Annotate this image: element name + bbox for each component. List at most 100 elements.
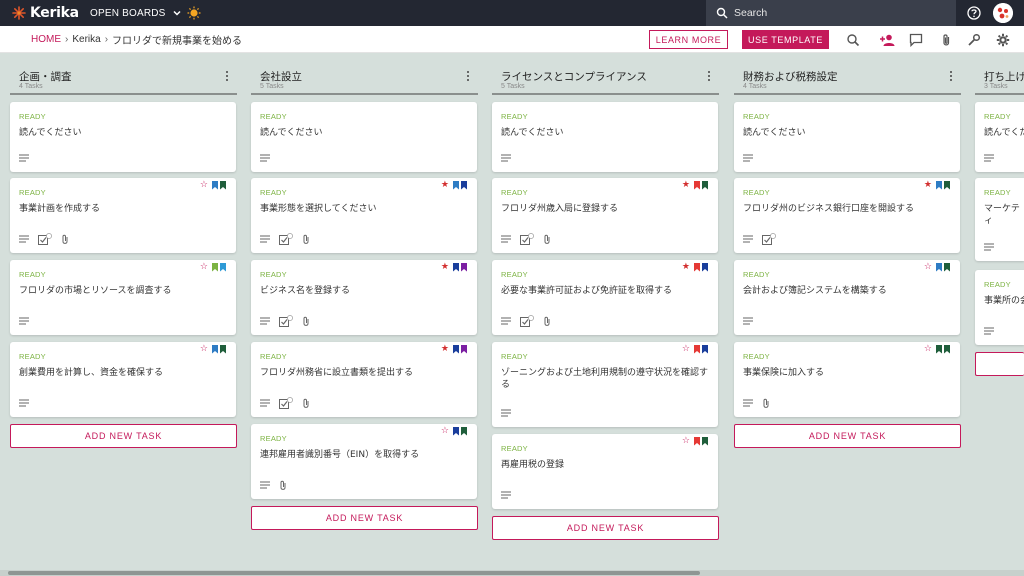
task-card[interactable]: READY 読んでください	[492, 102, 718, 172]
task-card[interactable]: ☆ READY フロリダの市場とリソースを調査する	[10, 260, 236, 335]
star-filled-icon[interactable]: ★	[682, 262, 690, 272]
gear-icon[interactable]	[996, 33, 1010, 47]
search-icon	[716, 7, 728, 19]
column-finance: 財務および税務設定 4 Tasks	[734, 53, 961, 95]
star-filled-icon[interactable]: ★	[924, 180, 932, 190]
bookmark-green-icon	[944, 262, 950, 272]
column-header: ライセンスとコンプライアンス 5 Tasks	[492, 53, 719, 95]
add-new-task-button[interactable]: ADD NEW TASK	[492, 516, 719, 540]
star-filled-icon[interactable]: ★	[441, 262, 449, 272]
add-new-task-button[interactable]	[975, 352, 1024, 376]
column-title[interactable]: 会社設立	[260, 69, 302, 84]
task-card[interactable]: ☆ READY 創業費用を計算し、資金を確保する	[10, 342, 236, 417]
star-outline-icon[interactable]: ☆	[924, 344, 932, 354]
column-title[interactable]: 財務および税務設定	[743, 69, 838, 84]
task-card[interactable]: READY 読んでください	[251, 102, 477, 172]
column-title[interactable]: 打ち上げ	[984, 69, 1024, 84]
task-card[interactable]: ★ READY フロリダ州務省に設立書類を提出する	[251, 342, 477, 417]
add-new-task-button[interactable]: ADD NEW TASK	[10, 424, 237, 448]
description-icon	[19, 399, 29, 407]
open-boards-label: OPEN BOARDS	[90, 7, 166, 19]
task-card[interactable]: READY 読んでください	[10, 102, 236, 172]
card-title: 事業保険に加入する	[743, 368, 825, 378]
task-card[interactable]: ☆ READY 事業計画を作成する	[10, 178, 236, 253]
column-title[interactable]: 企画・調査	[19, 69, 72, 84]
more-vertical-icon[interactable]	[949, 71, 953, 83]
task-card[interactable]: READY 読んでください	[975, 102, 1024, 172]
sun-icon[interactable]	[187, 6, 201, 20]
card-title: 事業所の会	[984, 296, 1024, 306]
kerika-logo[interactable]: Kerika	[12, 4, 79, 22]
add-new-task-button[interactable]: ADD NEW TASK	[734, 424, 961, 448]
task-card[interactable]: READY マーケティ	[975, 178, 1024, 261]
card-title: ビジネス名を登録する	[260, 286, 351, 296]
card-title: フロリダ州務省に設立書類を提出する	[260, 368, 414, 378]
description-icon	[743, 317, 753, 325]
task-card[interactable]: READY 事業所の会	[975, 270, 1024, 345]
attachment-icon[interactable]	[939, 33, 953, 47]
open-boards-menu[interactable]: OPEN BOARDS	[90, 0, 182, 26]
global-search[interactable]	[706, 0, 956, 26]
more-vertical-icon[interactable]	[466, 71, 470, 83]
task-card[interactable]: ★ READY 事業形態を選択してください	[251, 178, 477, 253]
card-title: 事業形態を選択してください	[260, 204, 377, 214]
help-icon[interactable]	[967, 6, 981, 20]
star-filled-icon[interactable]: ★	[441, 180, 449, 190]
wrench-icon[interactable]	[967, 33, 981, 47]
bookmark-navy-icon	[453, 262, 459, 272]
card-title: フロリダの市場とリソースを調査する	[19, 286, 172, 296]
description-icon	[501, 154, 511, 162]
star-outline-icon[interactable]: ☆	[200, 262, 208, 272]
attachment-icon	[763, 398, 769, 408]
description-icon	[260, 481, 270, 489]
star-outline-icon[interactable]: ☆	[441, 426, 449, 436]
task-card[interactable]: ☆ READY 会計および簿記システムを構築する	[734, 260, 960, 335]
task-card[interactable]: READY 読んでください	[734, 102, 960, 172]
column-title[interactable]: ライセンスとコンプライアンス	[501, 69, 647, 84]
user-avatar[interactable]	[993, 3, 1013, 23]
chat-icon[interactable]	[909, 33, 923, 47]
star-outline-icon[interactable]: ☆	[682, 436, 690, 446]
card-status: READY	[501, 352, 528, 361]
search-icon[interactable]	[846, 33, 860, 47]
scrollbar-thumb[interactable]	[8, 571, 700, 575]
attachment-icon	[544, 234, 550, 244]
task-card[interactable]: ★ READY フロリダ州のビジネス銀行口座を開設する	[734, 178, 960, 253]
star-outline-icon[interactable]: ☆	[200, 180, 208, 190]
star-filled-icon[interactable]: ★	[682, 180, 690, 190]
task-card[interactable]: ☆ READY ゾーニングおよび土地利用規制の遵守状況を確認する	[492, 342, 718, 427]
bookmark-blue-icon	[936, 262, 942, 272]
bookmark-red-icon	[694, 436, 700, 446]
attachment-icon	[303, 234, 309, 244]
star-outline-icon[interactable]: ☆	[200, 344, 208, 354]
task-card[interactable]: ★ READY 必要な事業許可証および免許証を取得する	[492, 260, 718, 335]
add-new-task-button[interactable]: ADD NEW TASK	[251, 506, 478, 530]
task-card[interactable]: ★ READY フロリダ州歳入局に登録する	[492, 178, 718, 253]
bookmark-navy-icon	[453, 426, 459, 436]
breadcrumb-separator-icon: ›	[104, 34, 109, 45]
bookmark-blue-icon	[453, 180, 459, 190]
description-icon	[260, 317, 270, 325]
task-card[interactable]: ☆ READY 事業保険に加入する	[734, 342, 960, 417]
breadcrumb: HOME › Kerika › フロリダで新規事業を始める	[31, 26, 242, 53]
more-vertical-icon[interactable]	[707, 71, 711, 83]
add-person-icon[interactable]	[879, 33, 895, 47]
column-task-count: 3 Tasks	[984, 83, 1008, 90]
bookmark-navy-icon	[702, 344, 708, 354]
task-card[interactable]: ☆ READY 連邦雇用者識別番号（EIN）を取得する	[251, 424, 477, 499]
more-vertical-icon[interactable]	[225, 71, 229, 83]
learn-more-button[interactable]: LEARN MORE	[649, 30, 728, 49]
task-card[interactable]: ★ READY ビジネス名を登録する	[251, 260, 477, 335]
star-outline-icon[interactable]: ☆	[682, 344, 690, 354]
star-filled-icon[interactable]: ★	[441, 344, 449, 354]
description-icon	[260, 235, 270, 243]
search-input[interactable]	[734, 7, 934, 19]
task-card[interactable]: ☆ READY 再雇用税の登録	[492, 434, 718, 509]
breadcrumb-home[interactable]: HOME	[31, 34, 61, 45]
attachment-icon	[62, 234, 68, 244]
breadcrumb-org[interactable]: Kerika	[72, 34, 100, 45]
card-title: ゾーニングおよび土地利用規制の遵守状況を確認する	[501, 368, 709, 390]
star-outline-icon[interactable]: ☆	[924, 262, 932, 272]
use-template-button[interactable]: USE TEMPLATE	[742, 30, 829, 49]
checklist-icon	[762, 233, 776, 245]
